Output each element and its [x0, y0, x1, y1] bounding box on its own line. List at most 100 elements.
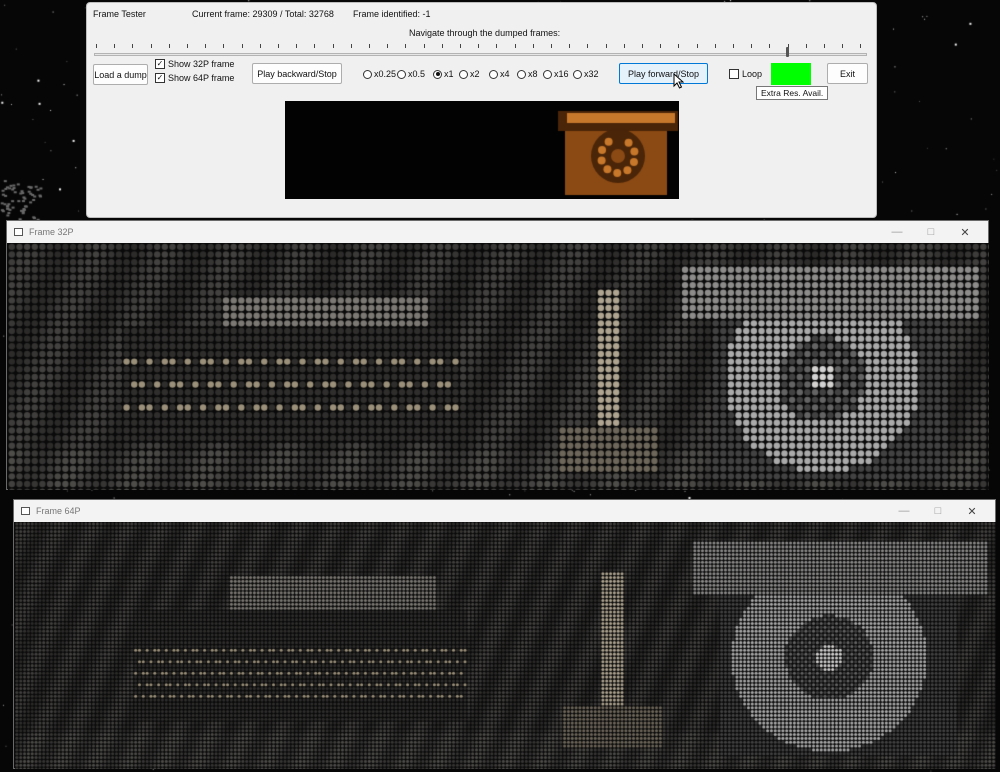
slider-tick — [532, 44, 534, 48]
titlebar: Frame 64P — □ ✕ — [14, 500, 995, 522]
speed-radio-x1[interactable]: x1 — [433, 69, 454, 79]
slider-tick — [496, 44, 498, 48]
frame-32p-image — [8, 243, 989, 490]
frame-preview — [285, 101, 679, 199]
radio-icon — [573, 69, 582, 79]
radio-icon — [433, 69, 442, 79]
loop-checkbox[interactable]: Loop — [729, 69, 762, 79]
slider-tick — [332, 44, 334, 48]
window-title: Frame 32P — [29, 227, 74, 237]
maximize-icon[interactable]: □ — [921, 500, 955, 522]
radio-icon — [517, 69, 526, 79]
frame-slider-thumb[interactable] — [785, 47, 789, 57]
slider-tick — [96, 44, 97, 48]
speed-radio-x2[interactable]: x2 — [459, 69, 480, 79]
slider-tick — [860, 44, 862, 48]
frame-identified-label: Frame identified: -1 — [353, 9, 431, 19]
slider-tick — [423, 44, 425, 48]
slider-tick — [369, 44, 370, 48]
titlebar: Frame 32P — □ ✕ — [7, 221, 988, 243]
show-64p-checkbox[interactable]: ✓ Show 64P frame — [155, 73, 234, 83]
speed-label: x0.5 — [408, 69, 426, 79]
slider-tick — [314, 44, 316, 48]
speed-label: x8 — [528, 69, 538, 79]
speed-radio-x16[interactable]: x16 — [543, 69, 569, 79]
radio-icon — [397, 69, 406, 79]
frame-slider[interactable] — [94, 53, 867, 56]
speed-radio-x0-5[interactable]: x0.5 — [397, 69, 425, 79]
slider-tick — [168, 44, 170, 48]
slider-tick — [733, 44, 734, 48]
frame-tester-window: Frame Tester Current frame: 29309 / Tota… — [86, 2, 877, 218]
slider-tick — [842, 44, 844, 48]
slider-tick — [696, 44, 698, 48]
load-dump-button[interactable]: Load a dump — [93, 64, 148, 85]
checkbox-icon: ✓ — [155, 73, 165, 83]
slider-tick — [405, 44, 407, 48]
speed-radio-x32[interactable]: x32 — [573, 69, 599, 79]
current-frame-label: Current frame: 29309 / Total: 32768 — [192, 9, 334, 19]
checkbox-icon — [729, 69, 739, 79]
slider-tick — [714, 44, 716, 48]
slider-tick — [223, 44, 225, 48]
tooltip: Extra Res. Avail. — [756, 86, 829, 100]
slider-tick — [478, 44, 480, 48]
radio-icon — [363, 69, 372, 79]
play-backward-button[interactable]: Play backward/Stop — [252, 63, 342, 84]
play-forward-button[interactable]: Play forward/Stop — [619, 63, 708, 84]
slider-tick — [678, 44, 680, 48]
slider-tick — [587, 44, 589, 48]
slider-tick — [114, 44, 116, 48]
speed-label: x4 — [500, 69, 510, 79]
slider-tick — [278, 44, 279, 48]
radio-icon — [489, 69, 498, 79]
minimize-icon[interactable]: — — [880, 221, 914, 243]
exit-button[interactable]: Exit — [827, 63, 868, 84]
slider-tick — [824, 44, 825, 48]
slider-tick — [769, 44, 771, 48]
slider-tick — [259, 44, 261, 48]
minimize-icon[interactable]: — — [887, 500, 921, 522]
slider-tick — [350, 44, 352, 48]
show-32p-checkbox[interactable]: ✓ Show 32P frame — [155, 59, 234, 69]
maximize-icon[interactable]: □ — [914, 221, 948, 243]
close-icon[interactable]: ✕ — [948, 221, 982, 243]
slider-tick — [551, 44, 552, 48]
speed-radio-x4[interactable]: x4 — [489, 69, 510, 79]
slider-tick — [296, 44, 298, 48]
slider-tick — [132, 44, 134, 48]
speed-label: x32 — [584, 69, 599, 79]
app-icon — [21, 507, 30, 515]
status-indicator — [771, 63, 811, 85]
speed-radio-x8[interactable]: x8 — [517, 69, 538, 79]
rotary-phone-image — [285, 101, 679, 199]
window-title: Frame Tester — [93, 9, 146, 19]
close-icon[interactable]: ✕ — [955, 500, 989, 522]
slider-tick — [150, 44, 152, 48]
slider-tick — [514, 44, 516, 48]
slider-tick — [660, 44, 662, 48]
frame-32p-window: Frame 32P — □ ✕ — [6, 220, 989, 490]
slider-tick — [805, 44, 807, 48]
slider-tick — [623, 44, 625, 48]
slider-tick — [605, 44, 607, 48]
slider-tick — [569, 44, 571, 48]
navigate-label: Navigate through the dumped frames: — [409, 28, 561, 38]
mouse-cursor-icon — [673, 73, 684, 89]
slider-tick — [460, 44, 461, 48]
frame-64p-image — [15, 522, 996, 769]
speed-label: x1 — [444, 69, 454, 79]
slider-tick — [187, 44, 188, 48]
loop-label: Loop — [742, 69, 763, 79]
slider-tick — [241, 44, 243, 48]
speed-radio-x0-25[interactable]: x0.25 — [363, 69, 396, 79]
frame-64p-window: Frame 64P — □ ✕ — [13, 499, 996, 769]
speed-label: x16 — [554, 69, 569, 79]
speed-label: x2 — [470, 69, 480, 79]
radio-icon — [459, 69, 468, 79]
slider-tick — [751, 44, 753, 48]
checkbox-icon: ✓ — [155, 59, 165, 69]
show-64p-label: Show 64P frame — [168, 73, 235, 83]
slider-tick — [642, 44, 643, 48]
app-icon — [14, 228, 23, 236]
